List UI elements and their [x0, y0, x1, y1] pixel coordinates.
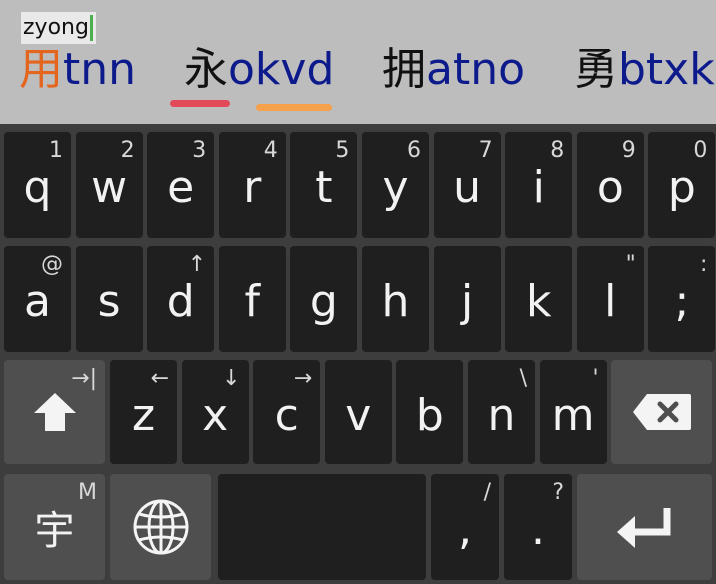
- shift-icon: [33, 393, 76, 431]
- key-label: l: [604, 276, 617, 327]
- comma-key-label: ,: [458, 504, 472, 555]
- key-label: d: [166, 276, 195, 327]
- candidate-2-char: 永: [184, 44, 228, 95]
- backspace-icon: [632, 394, 691, 430]
- candidate-2-code: okvd: [228, 44, 335, 95]
- period-key-label: .: [531, 504, 545, 555]
- key-label: p: [667, 162, 696, 213]
- candidate-4[interactable]: 勇btxk: [574, 42, 715, 98]
- composing-text: zyong: [21, 12, 96, 44]
- composing-value: zyong: [23, 15, 89, 40]
- keyboard: 1q2w3e4r5t6y7u8i9o0p @ a s ↑ d f g h j k " l:; →| ←…: [0, 124, 716, 584]
- key-row2-4[interactable]: g: [290, 246, 358, 352]
- key-label: a: [24, 276, 51, 327]
- key-row2-0[interactable]: @ a: [4, 246, 71, 352]
- key-label: y: [382, 162, 409, 213]
- key-label: r: [243, 162, 262, 213]
- key-row1-8[interactable]: 9o: [576, 132, 644, 238]
- candidate-3-char: 拥: [382, 44, 426, 95]
- key-label: z: [131, 390, 156, 441]
- candidate-1-code: tnn: [63, 44, 137, 95]
- space-key[interactable]: [218, 474, 426, 580]
- orange-underline-mark: [256, 104, 332, 111]
- key-label: k: [525, 276, 552, 327]
- key-label: u: [453, 162, 482, 213]
- key-row2-7[interactable]: k: [505, 246, 573, 352]
- key-row1-0[interactable]: 1q: [4, 132, 71, 238]
- language-key[interactable]: M 宇: [4, 474, 105, 580]
- candidate-3[interactable]: 拥atno: [382, 42, 525, 98]
- key-row3-3[interactable]: v: [324, 360, 392, 464]
- key-label: n: [487, 390, 516, 441]
- key-label: q: [23, 162, 52, 213]
- globe-icon: [133, 499, 188, 555]
- key-row1-9[interactable]: 0p: [648, 132, 716, 238]
- enter-icon: [616, 508, 670, 548]
- backspace-key[interactable]: [611, 360, 712, 464]
- key-row2-9[interactable]: :;: [648, 246, 716, 352]
- key-label: i: [532, 162, 545, 213]
- key-label: m: [551, 390, 595, 441]
- candidate-1-char: 用: [19, 44, 63, 95]
- key-label: t: [315, 162, 333, 213]
- key-label: h: [381, 276, 410, 327]
- key-row2-8[interactable]: " l: [576, 246, 644, 352]
- candidate-4-code: btxk: [618, 44, 715, 95]
- text-caret: [89, 15, 93, 41]
- globe-key[interactable]: [110, 474, 211, 580]
- key-label: g: [309, 276, 338, 327]
- period-key[interactable]: ? .: [504, 474, 572, 580]
- key-label: s: [97, 276, 121, 327]
- language-key-label: 宇: [34, 508, 75, 554]
- key-row3-6[interactable]: ' m: [539, 360, 607, 464]
- key-row3-2[interactable]: → c: [253, 360, 321, 464]
- candidate-4-char: 勇: [574, 44, 618, 95]
- key-label: o: [596, 162, 624, 213]
- key-label: w: [91, 162, 128, 213]
- key-row1-3[interactable]: 4r: [218, 132, 286, 238]
- key-label: c: [274, 390, 299, 441]
- key-label: x: [202, 390, 229, 441]
- key-label: f: [244, 276, 261, 327]
- key-row1-5[interactable]: 6y: [362, 132, 429, 238]
- key-row2-6[interactable]: j: [433, 246, 501, 352]
- key-row3-1[interactable]: ↓ x: [181, 360, 249, 464]
- key-label: j: [460, 276, 474, 327]
- key-label: e: [167, 162, 195, 213]
- key-row2-3[interactable]: f: [218, 246, 286, 352]
- key-label: ;: [674, 276, 690, 327]
- key-row2-2[interactable]: ↑ d: [147, 246, 215, 352]
- key-label: v: [345, 390, 372, 441]
- key-row3-5[interactable]: \ n: [468, 360, 535, 464]
- enter-key[interactable]: [577, 474, 712, 580]
- key-row3-0[interactable]: ← z: [110, 360, 177, 464]
- key-label: b: [415, 390, 444, 441]
- red-underline-mark: [170, 100, 230, 107]
- key-row1-6[interactable]: 7u: [433, 132, 501, 238]
- candidate-bar: zyong 用tnn 永okvd 拥atno 勇btxk: [0, 0, 716, 124]
- key-row1-7[interactable]: 8i: [505, 132, 573, 238]
- shift-key[interactable]: →|: [4, 360, 105, 464]
- key-row1-2[interactable]: 3e: [147, 132, 215, 238]
- candidate-3-code: atno: [426, 44, 526, 95]
- key-row1-4[interactable]: 5t: [290, 132, 358, 238]
- key-row2-5[interactable]: h: [362, 246, 429, 352]
- comma-key[interactable]: / ,: [431, 474, 499, 580]
- key-row3-4[interactable]: b: [396, 360, 464, 464]
- candidate-1[interactable]: 用tnn: [19, 42, 136, 98]
- key-row1-1[interactable]: 2w: [75, 132, 143, 238]
- key-row2-1[interactable]: s: [75, 246, 143, 352]
- candidate-2[interactable]: 永okvd: [184, 42, 334, 98]
